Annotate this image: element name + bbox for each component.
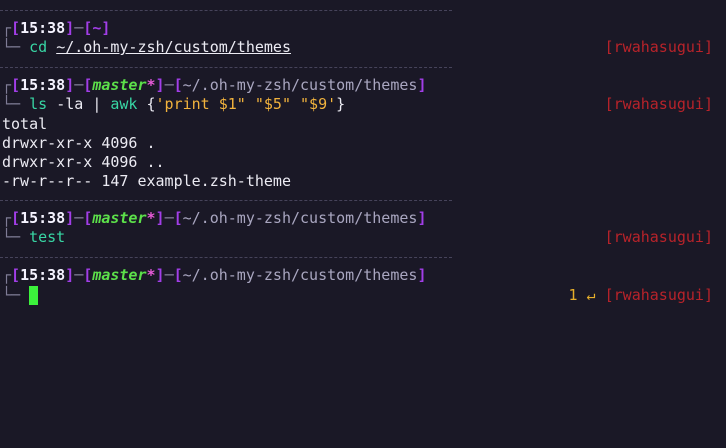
- prompt-cwd: ~/.oh-my-zsh/custom/themes: [182, 76, 418, 94]
- prompt-line: ┌[15:38]─[master*]─[~/.oh-my-zsh/custom/…: [2, 76, 427, 94]
- command-string: 'print $1": [155, 95, 246, 113]
- prompt-cwd: ~/.oh-my-zsh/custom/themes: [182, 209, 418, 227]
- prompt-time: 15:38: [20, 76, 66, 94]
- command-string: "$5": [254, 95, 291, 113]
- prompt-separator: [0, 10, 452, 11]
- prompt-time: 15:38: [20, 266, 66, 284]
- status-right: 1 ↵ [rwahasugui]: [569, 286, 714, 305]
- prompt-time: 15:38: [20, 19, 66, 37]
- command-args: ~/.oh-my-zsh/custom/themes: [56, 38, 291, 56]
- terminal-cursor[interactable]: [29, 286, 38, 305]
- command-input-line[interactable]: └─: [2, 286, 20, 305]
- command-name: cd: [29, 38, 48, 56]
- command-name: awk: [110, 95, 138, 113]
- output-line: -rw-r--r-- 147 example.zsh-theme: [2, 172, 291, 190]
- prompt-line: ┌[15:38]─[master*]─[~/.oh-my-zsh/custom/…: [2, 266, 427, 284]
- git-branch: master: [92, 76, 147, 94]
- git-dirty-marker: *: [146, 266, 156, 284]
- prompt-separator: [0, 257, 452, 258]
- output-line: drwxr-xr-x 4096 ..: [2, 153, 165, 171]
- prompt-cwd: ~/.oh-my-zsh/custom/themes: [182, 266, 418, 284]
- prompt-separator: [0, 67, 452, 68]
- terminal-window[interactable]: ┌[15:38]─[~] └─ cd ~/.oh-my-zsh/custom/t…: [0, 0, 726, 448]
- command-name: test: [29, 228, 66, 246]
- command-args: -la: [56, 95, 84, 113]
- command-string: "$9': [300, 95, 337, 113]
- git-branch: master: [92, 266, 147, 284]
- output-line: drwxr-xr-x 4096 .: [2, 134, 156, 152]
- hostname-label: [rwahasugui]: [604, 38, 713, 56]
- output-line: total: [2, 115, 48, 133]
- command-name: ls: [29, 95, 48, 113]
- hostname-label: [rwahasugui]: [604, 286, 713, 304]
- prompt-time: 15:38: [20, 209, 66, 227]
- hostname-label: [rwahasugui]: [604, 228, 713, 246]
- prompt-line: ┌[15:38]─[master*]─[~/.oh-my-zsh/custom/…: [2, 209, 427, 227]
- git-dirty-marker: *: [146, 209, 156, 227]
- git-dirty-marker: *: [146, 76, 156, 94]
- git-branch: master: [92, 209, 147, 227]
- command-line: └─ cd ~/.oh-my-zsh/custom/themes: [2, 38, 291, 56]
- command-line: └─ test: [2, 228, 66, 246]
- prompt-line: ┌[15:38]─[~]: [2, 19, 111, 37]
- hostname-label: [rwahasugui]: [604, 95, 713, 113]
- pipe-symbol: |: [92, 95, 102, 113]
- command-line: └─ ls -la | awk {'print $1" "$5" "$9'}: [2, 95, 346, 113]
- prompt-separator: [0, 200, 452, 201]
- return-code: 1 ↵: [568, 286, 596, 304]
- prompt-cwd: ~: [92, 19, 102, 37]
- prompt-frame: ┌: [2, 19, 12, 37]
